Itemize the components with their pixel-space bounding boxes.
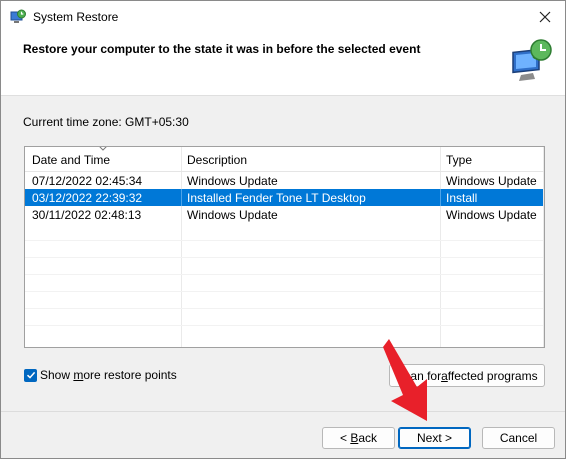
row-type: Windows Update — [446, 208, 537, 222]
system-restore-monitor-icon — [512, 39, 552, 81]
label-text: Show — [40, 368, 74, 382]
column-header-date[interactable]: Date and Time — [32, 153, 110, 167]
time-zone-label: Current time zone: GMT+05:30 — [23, 115, 189, 129]
table-row-selected[interactable]: 03/12/2022 22:39:32 Installed Fender Ton… — [25, 189, 543, 206]
row-gridline — [25, 240, 543, 241]
table-row[interactable]: 07/12/2022 02:45:34 Windows Update Windo… — [25, 172, 543, 189]
row-description: Windows Update — [187, 208, 278, 222]
row-description: Windows Update — [187, 174, 278, 188]
row-gridline — [25, 257, 543, 258]
window-title: System Restore — [33, 10, 119, 24]
system-restore-icon — [10, 9, 26, 23]
row-gridline — [25, 274, 543, 275]
wizard-header: Restore your computer to the state it wa… — [1, 33, 565, 96]
row-date: 07/12/2022 02:45:34 — [32, 174, 143, 188]
title-bar: System Restore — [1, 1, 565, 33]
button-text: < — [339, 431, 351, 445]
access-key: m — [73, 368, 84, 382]
row-type: Install — [446, 191, 478, 205]
row-gridline — [25, 308, 543, 309]
button-text: ffected programs — [447, 368, 538, 383]
checkmark-icon — [26, 371, 35, 379]
column-divider — [181, 189, 182, 206]
close-button[interactable] — [525, 1, 565, 33]
column-header-description[interactable]: Description — [187, 153, 247, 167]
row-description: Installed Fender Tone LT Desktop — [187, 191, 366, 205]
row-date: 30/11/2022 02:48:13 — [32, 208, 142, 222]
restore-points-list[interactable]: Date and Time Description Type 07/12/202… — [24, 146, 545, 348]
show-more-restore-points-checkbox[interactable]: Show more restore points — [24, 367, 177, 383]
footer-divider — [1, 411, 565, 412]
button-text: ack — [358, 431, 378, 445]
page-title: Restore your computer to the state it wa… — [23, 42, 421, 56]
row-date: 03/12/2022 22:39:32 — [32, 191, 143, 205]
system-restore-window: System Restore Restore your computer to … — [0, 0, 566, 459]
column-header-type[interactable]: Type — [446, 153, 472, 167]
list-header: Date and Time Description Type — [25, 147, 544, 172]
checkbox-box[interactable] — [24, 368, 37, 382]
row-gridline — [25, 291, 543, 292]
cancel-button[interactable]: Cancel — [482, 427, 555, 449]
next-button[interactable]: Next > — [398, 427, 471, 449]
column-divider — [440, 189, 441, 206]
row-type: Windows Update — [446, 174, 537, 188]
label-text: ore restore points — [83, 368, 177, 382]
show-more-label: Show more restore points — [40, 368, 177, 382]
close-icon — [539, 11, 551, 23]
button-text: Scan for — [396, 368, 442, 383]
table-row[interactable]: 30/11/2022 02:48:13 Windows Update Windo… — [25, 206, 543, 223]
sort-descending-icon — [99, 147, 107, 151]
access-key: B — [350, 431, 359, 445]
row-gridline — [25, 325, 543, 326]
access-key: a — [441, 368, 448, 383]
back-button[interactable]: < Back — [322, 427, 395, 449]
scan-affected-programs-button[interactable]: Scan for a ffected programs — [389, 364, 545, 387]
column-divider — [543, 147, 544, 347]
